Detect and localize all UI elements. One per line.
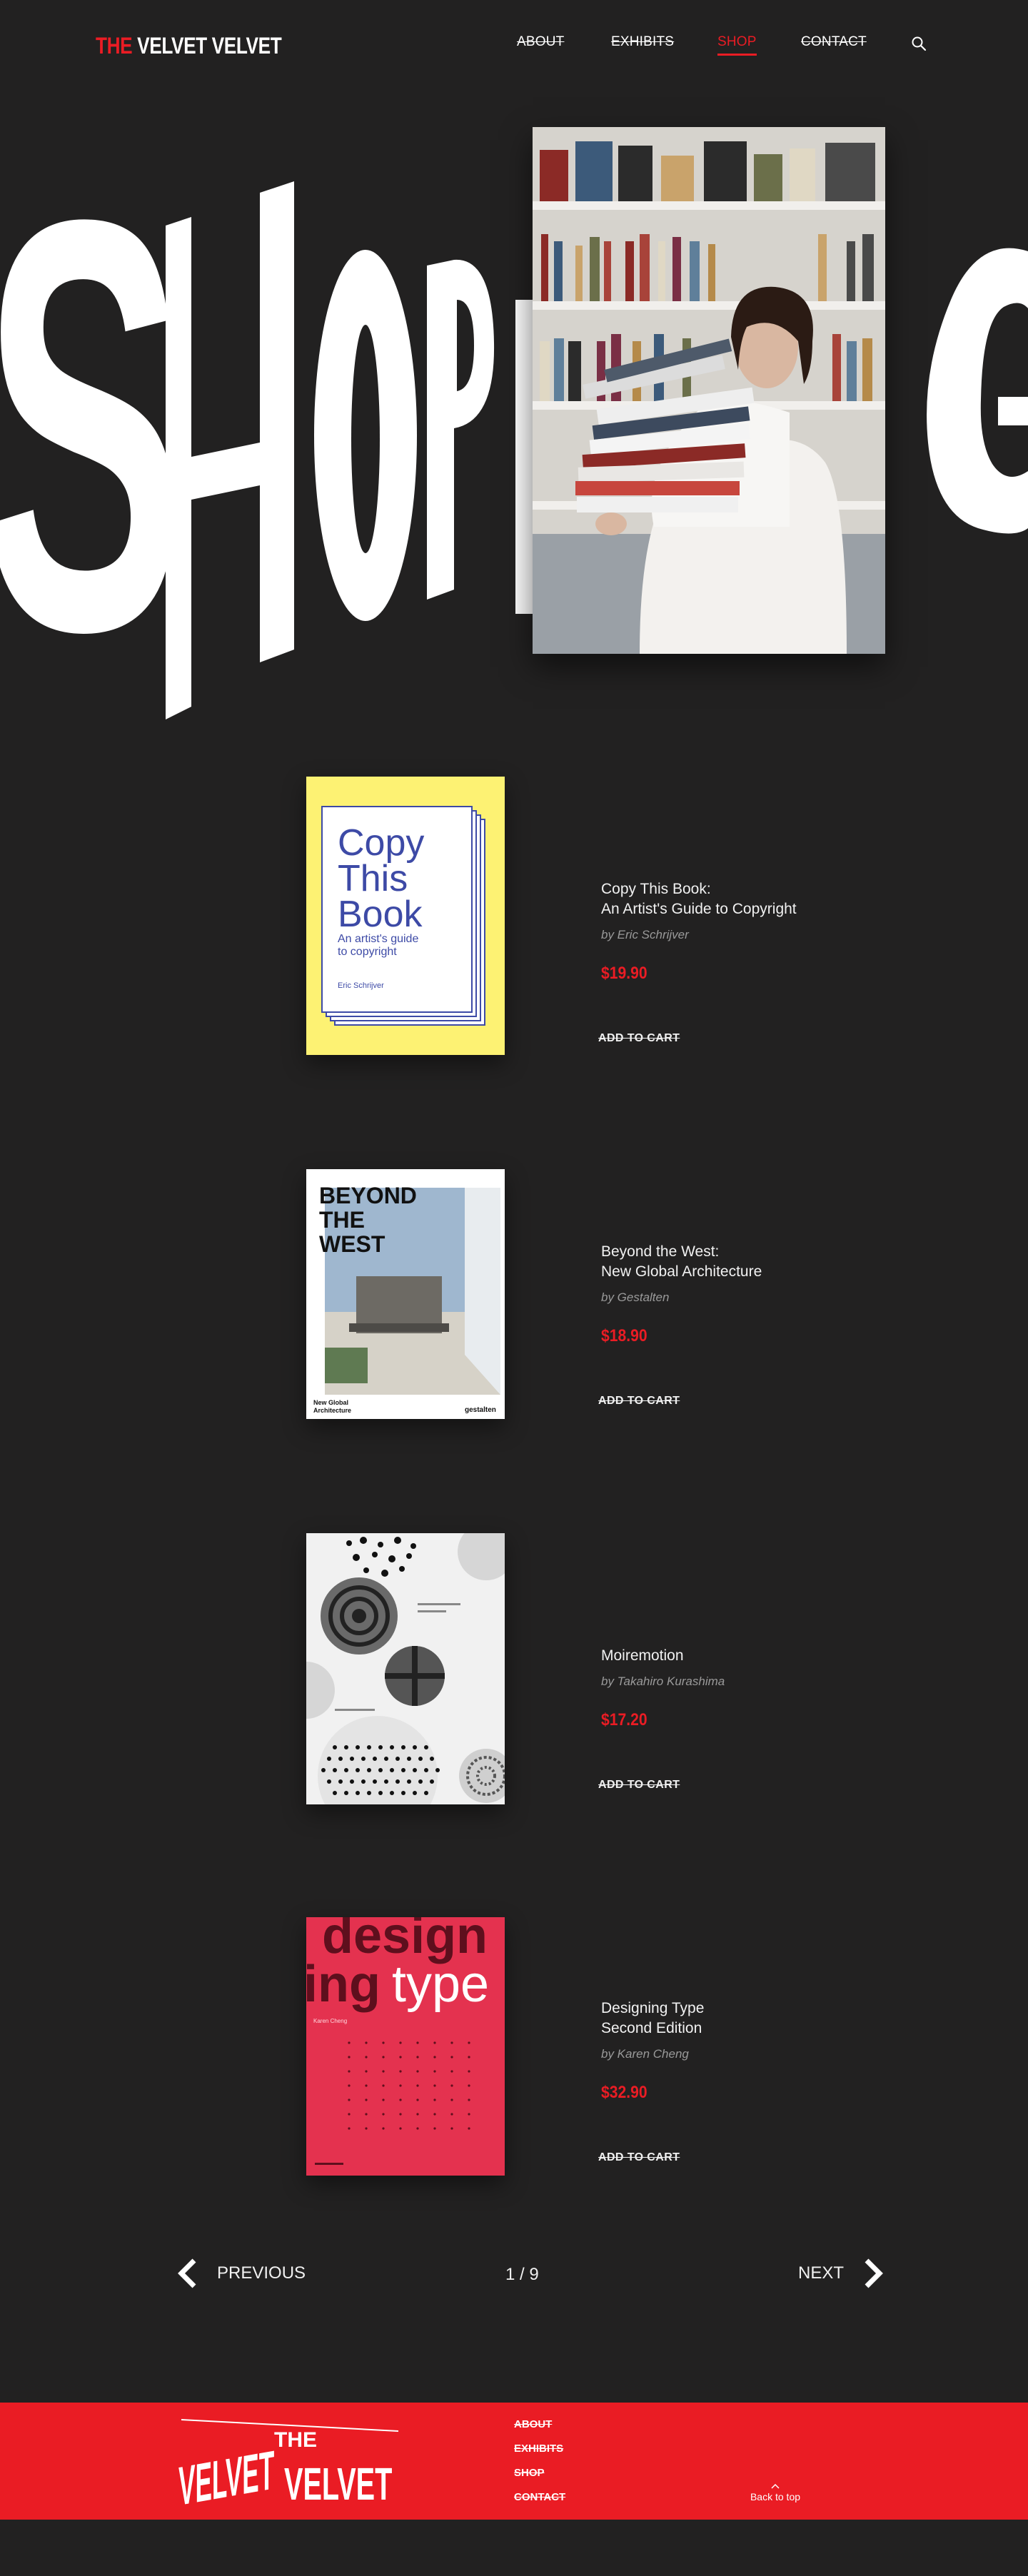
- product-title-line2: An Artist's Guide to Copyright: [601, 901, 797, 917]
- footer-link-contact[interactable]: CONTACT: [514, 2491, 565, 2503]
- product-cover-image[interactable]: design ing type Karen Cheng: [306, 1917, 505, 2176]
- hero-photo: [533, 127, 885, 654]
- cover-publisher: gestalten: [465, 1406, 496, 1414]
- product-title-line1: Designing Type: [601, 2000, 705, 2016]
- add-to-cart-button[interactable]: ADD TO CART: [598, 1779, 680, 1792]
- cover-author: Eric Schrijver: [338, 981, 384, 990]
- product-author: by Karen Cheng: [601, 2047, 689, 2061]
- cover-word2: ing: [306, 1956, 381, 2013]
- nav-contact[interactable]: CONTACT: [801, 34, 867, 50]
- add-to-cart-button[interactable]: ADD TO CART: [598, 1395, 680, 1408]
- product-cover-image[interactable]: Copy This Book An artist's guide to copy…: [306, 777, 505, 1055]
- product-card: design ing type Karen Cheng Designing Ty…: [0, 1917, 1028, 2217]
- cover-title-3: WEST: [319, 1231, 386, 1257]
- cover-subtitle-1: New Global: [313, 1399, 348, 1406]
- product-title-line2: New Global Architecture: [601, 1263, 762, 1280]
- cover-subtitle-1: An artist's guide: [338, 933, 418, 945]
- top-nav: THE VELVET VELVET ABOUT EXHIBITS SHOP CO…: [0, 0, 1028, 86]
- previous-label: PREVIOUS: [217, 2263, 306, 2283]
- hero-letter-h: [166, 181, 294, 719]
- footer-logo-the: THE: [274, 2428, 317, 2452]
- chevron-left-icon: [178, 2258, 196, 2288]
- product-cover-image[interactable]: [306, 1533, 505, 1804]
- product-title-line2: Second Edition: [601, 2020, 702, 2036]
- footer-link-exhibits[interactable]: EXHIBITS: [514, 2443, 563, 2455]
- page-count: 1 / 9: [505, 2265, 539, 2284]
- next-label: NEXT: [798, 2263, 845, 2283]
- product-title-line1: Moiremotion: [601, 1647, 684, 1664]
- cover-title-1: BEYOND: [319, 1183, 417, 1208]
- cover-title-2: THE: [319, 1207, 365, 1233]
- product-price: $32.90: [601, 2083, 647, 2102]
- site-footer: THE VELVET VELVET ABOUT EXHIBITS SHOP CO…: [0, 2403, 1028, 2520]
- add-to-cart-button[interactable]: ADD TO CART: [598, 1032, 680, 1045]
- nav-about[interactable]: ABOUT: [517, 34, 564, 50]
- footer-logo-velvet-2: VELVET: [284, 2460, 392, 2510]
- footer-logo[interactable]: THE VELVET VELVET: [177, 2413, 405, 2520]
- product-cover-image[interactable]: BEYOND THE WEST New Global Architecture …: [306, 1169, 505, 1419]
- back-to-top-label: Back to top: [750, 2491, 801, 2502]
- product-author: by Eric Schrijver: [601, 928, 689, 941]
- cover-subtitle-2: Architecture: [313, 1407, 351, 1414]
- product-card: Copy This Book An artist's guide to copy…: [0, 777, 1028, 1076]
- hero-section: S: [0, 86, 1028, 792]
- add-to-cart-button[interactable]: ADD TO CART: [598, 2151, 680, 2164]
- product-price: $19.90: [601, 964, 647, 983]
- cover-author: Karen Cheng: [313, 2018, 347, 2024]
- pagination: PREVIOUS 1 / 9 NEXT: [0, 2252, 1028, 2295]
- nav-exhibits[interactable]: EXHIBITS: [611, 34, 674, 50]
- footer-logo-velvet-1: VELVET: [178, 2439, 274, 2517]
- previous-page-button[interactable]: PREVIOUS: [177, 2258, 306, 2289]
- product-price: $17.20: [601, 1710, 647, 1729]
- back-to-top-button[interactable]: Back to top: [747, 2482, 804, 2502]
- product-price: $18.90: [601, 1326, 647, 1345]
- product-title-line1: Copy This Book:: [601, 881, 711, 897]
- chevron-up-icon: [771, 2483, 780, 2489]
- product-card: BEYOND THE WEST New Global Architecture …: [0, 1169, 1028, 1469]
- product-author: by Takahiro Kurashima: [601, 1675, 725, 1688]
- footer-link-about[interactable]: ABOUT: [514, 2418, 552, 2430]
- hero-letter-g: [927, 248, 1028, 534]
- nav-links: ABOUT EXHIBITS SHOP CONTACT: [0, 34, 1028, 56]
- next-page-button[interactable]: NEXT: [798, 2258, 884, 2289]
- nav-shop[interactable]: SHOP: [717, 34, 757, 56]
- footer-link-shop[interactable]: SHOP: [514, 2467, 545, 2479]
- product-card: Moiremotion by Takahiro Kurashima $17.20…: [0, 1533, 1028, 1833]
- cover-title-3: Book: [338, 894, 423, 935]
- footer-bottom-strip: [0, 2520, 1028, 2576]
- hero-letter-s: S: [0, 99, 185, 752]
- product-author: by Gestalten: [601, 1290, 670, 1304]
- hero-letter-p: [427, 259, 495, 600]
- product-title-line1: Beyond the West:: [601, 1243, 720, 1260]
- chevron-right-icon: [865, 2258, 883, 2288]
- cover-subtitle-2: to copyright: [338, 946, 397, 958]
- cover-word3: type: [392, 1956, 489, 2013]
- search-icon[interactable]: [911, 36, 927, 51]
